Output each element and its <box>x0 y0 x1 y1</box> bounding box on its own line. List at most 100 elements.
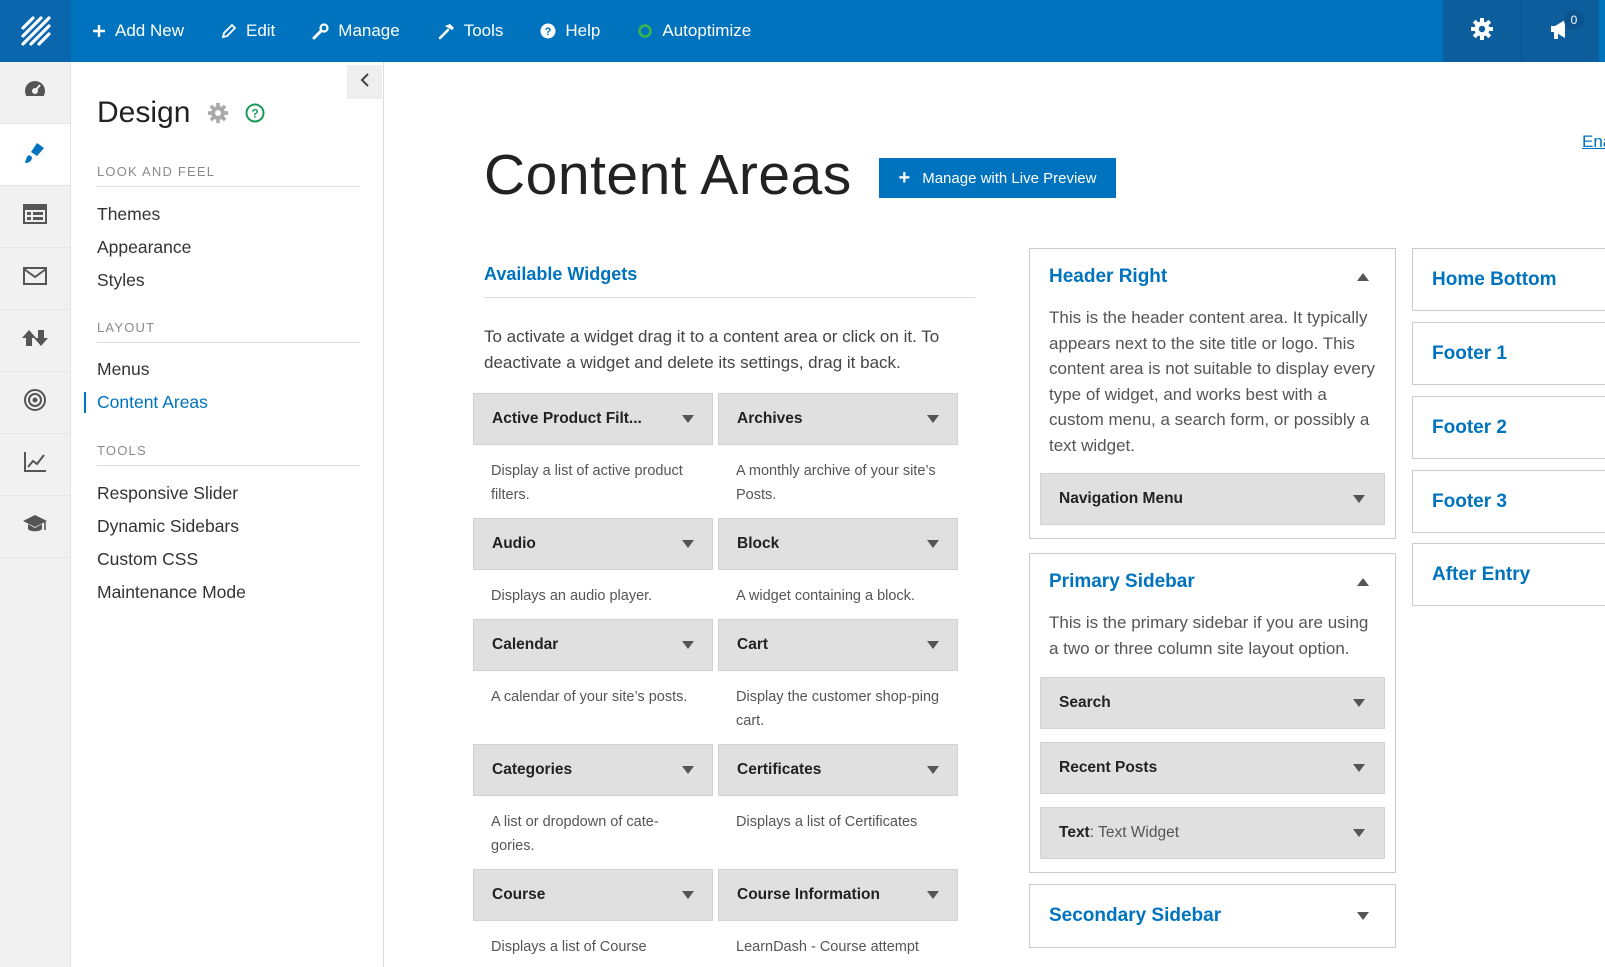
widget-name: Text <box>1059 824 1090 841</box>
edit-menu[interactable]: Edit <box>221 21 275 41</box>
icon-rail <box>0 62 71 967</box>
widget-button[interactable]: Course Information <box>718 869 958 921</box>
svg-text:?: ? <box>545 26 552 38</box>
widget-button[interactable]: Active Product Filt... <box>473 393 713 445</box>
widget-button[interactable]: Audio <box>473 518 713 570</box>
tools-label: Tools <box>463 21 504 40</box>
notification-count-badge: 0 <box>1564 10 1584 30</box>
area-widget-search[interactable]: Search <box>1040 677 1385 729</box>
widget-name: Recent Posts <box>1059 759 1158 776</box>
rail-email[interactable] <box>0 248 70 310</box>
sidebar-item-dynamic-sidebars[interactable]: Dynamic Sidebars <box>97 516 239 537</box>
triangle-down-icon <box>927 641 939 649</box>
rail-dashboard[interactable] <box>0 62 70 124</box>
triangle-down-icon <box>682 540 694 548</box>
tools-menu[interactable]: Tools <box>437 21 504 41</box>
area-header[interactable]: Header Right <box>1030 249 1395 305</box>
area-title: Footer 3 <box>1432 490 1507 512</box>
sidebar-item-content-areas[interactable]: Content Areas <box>97 392 208 413</box>
hammer-icon <box>437 23 455 40</box>
sidebar-item-menus[interactable]: Menus <box>97 359 150 380</box>
sidebar-item-appearance[interactable]: Appearance <box>97 237 191 258</box>
notifications-button[interactable]: 0 <box>1521 0 1599 62</box>
wrench-icon <box>312 22 329 40</box>
area-title: After Entry <box>1432 563 1531 585</box>
widget-name: Course Information <box>737 886 880 903</box>
add-new-menu[interactable]: Add New <box>92 21 184 41</box>
widget-description: A widget containing a block. <box>736 588 915 604</box>
manage-live-preview-button[interactable]: + Manage with Live Preview <box>879 158 1116 198</box>
section-heading-look-and-feel: LOOK AND FEEL <box>97 164 360 187</box>
content-area-header-right: Header Right This is the header content … <box>1029 248 1396 539</box>
autoptimize-menu[interactable]: Autoptimize <box>637 21 751 41</box>
widget-calendar: Calendar A calendar of your site’s posts… <box>473 619 713 709</box>
manage-menu[interactable]: Manage <box>312 21 400 41</box>
sidebar-item-styles[interactable]: Styles <box>97 270 145 291</box>
rail-layout[interactable] <box>0 186 70 248</box>
rail-learn[interactable] <box>0 496 70 558</box>
settings-button[interactable] <box>1443 0 1521 62</box>
content-area-home-bottom[interactable]: Home Bottom <box>1412 248 1605 311</box>
area-title: Footer 2 <box>1432 416 1507 438</box>
sidebar-item-responsive-slider[interactable]: Responsive Slider <box>97 483 238 504</box>
widget-name: Block <box>737 535 780 552</box>
table-layout-icon <box>23 204 47 229</box>
rail-migrate[interactable] <box>0 310 70 372</box>
content-area-footer-3[interactable]: Footer 3 <box>1412 470 1605 533</box>
collapse-sidebar-button[interactable] <box>347 65 382 99</box>
help-circle-icon[interactable]: ? <box>245 103 265 123</box>
area-title: Secondary Sidebar <box>1049 905 1222 926</box>
content-area-footer-2[interactable]: Footer 2 <box>1412 396 1605 459</box>
content-area-primary-sidebar: Primary Sidebar This is the primary side… <box>1029 553 1396 873</box>
area-widget-recent-posts[interactable]: Recent Posts <box>1040 742 1385 794</box>
triangle-down-icon <box>682 415 694 423</box>
widget-description: LearnDash - Course attempt <box>736 939 919 955</box>
rail-stats[interactable] <box>0 434 70 496</box>
widget-button[interactable]: Block <box>718 518 958 570</box>
target-icon <box>23 388 47 417</box>
area-header[interactable]: Secondary Sidebar <box>1030 885 1395 947</box>
add-new-label: Add New <box>115 21 184 40</box>
content-area-footer-1[interactable]: Footer 1 <box>1412 322 1605 385</box>
area-title: Home Bottom <box>1432 268 1557 290</box>
ithemes-logo-icon[interactable] <box>0 0 71 62</box>
triangle-up-icon <box>1357 273 1369 281</box>
triangle-down-icon <box>1357 912 1369 920</box>
widget-button[interactable]: Certificates <box>718 744 958 796</box>
widget-name: Audio <box>492 535 536 552</box>
section-heading-tools: TOOLS <box>97 443 360 466</box>
section-heading-layout: LAYOUT <box>97 320 360 343</box>
widget-button[interactable]: Archives <box>718 393 958 445</box>
sidebar-item-custom-css[interactable]: Custom CSS <box>97 549 198 570</box>
triangle-down-icon <box>927 415 939 423</box>
area-widget-navigation-menu[interactable]: Navigation Menu <box>1040 473 1385 525</box>
content-area-after-entry[interactable]: After Entry <box>1412 543 1605 606</box>
area-widget-text[interactable]: Text: Text Widget <box>1040 807 1385 859</box>
rail-design[interactable] <box>0 124 70 186</box>
sidebar-item-themes[interactable]: Themes <box>97 204 160 225</box>
triangle-up-icon <box>1357 578 1369 586</box>
widget-name: Archives <box>737 410 803 427</box>
area-header[interactable]: Primary Sidebar <box>1030 554 1395 610</box>
design-sidebar: Design ? LOOK AND FEEL Themes Appearance… <box>71 62 384 967</box>
widget-course-information: Course Information LearnDash - Course at… <box>718 869 958 959</box>
widget-name: Course <box>492 886 546 903</box>
sidebar-item-maintenance-mode[interactable]: Maintenance Mode <box>97 582 246 603</box>
line-chart-icon <box>23 451 47 478</box>
widget-name: Active Product Filt... <box>492 410 642 427</box>
help-menu[interactable]: ? Help <box>540 21 600 41</box>
triangle-down-icon <box>1353 829 1365 837</box>
widget-button[interactable]: Calendar <box>473 619 713 671</box>
widget-button[interactable]: Cart <box>718 619 958 671</box>
widget-button[interactable]: Course <box>473 869 713 921</box>
enable-accessibility-link[interactable]: Ena <box>1582 132 1605 152</box>
widget-button[interactable]: Categories <box>473 744 713 796</box>
gear-icon[interactable] <box>207 102 229 124</box>
rail-target[interactable] <box>0 372 70 434</box>
chevron-left-icon <box>360 72 370 92</box>
widget-description: Display a list of active product filters… <box>491 463 683 503</box>
widget-active-product-filters: Active Product Filt... Display a list of… <box>473 393 713 507</box>
widget-categories: Categories A list or dropdown of cate-go… <box>473 744 713 858</box>
widget-name: Certificates <box>737 761 822 778</box>
widget-subtitle: : Text Widget <box>1089 824 1180 841</box>
